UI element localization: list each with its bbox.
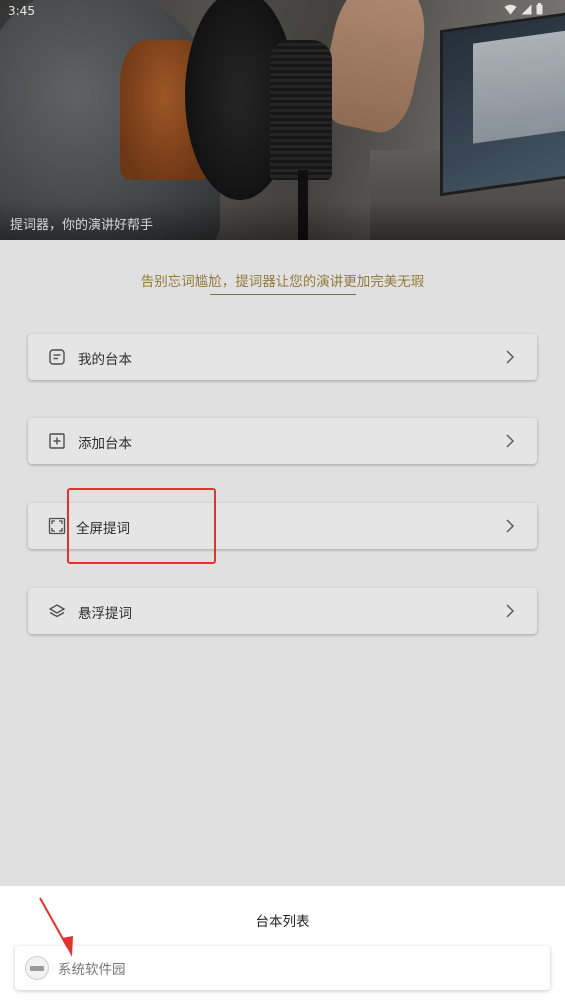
layers-icon	[48, 604, 66, 618]
tagline: 告别忘词尴尬，提词器让您的演讲更加完美无瑕	[140, 274, 425, 290]
annotation-highlight-box	[67, 488, 216, 564]
avatar	[25, 956, 49, 980]
menu-item-label: 我的台本	[78, 352, 132, 368]
hero-laptop	[440, 9, 565, 197]
fullscreen-icon	[48, 517, 66, 535]
menu-item-floating-prompt[interactable]: 悬浮提词	[28, 588, 537, 634]
signal-icon	[521, 4, 532, 14]
chevron-right-icon	[506, 434, 515, 448]
status-bar: 3:45	[0, 0, 565, 22]
battery-icon	[536, 3, 543, 15]
hero-banner: 提词器，你的演讲好帮手	[0, 0, 565, 240]
chevron-right-icon	[506, 350, 515, 364]
menu-item-my-scripts[interactable]: 我的台本	[28, 334, 537, 380]
script-list-item[interactable]: 系统软件园	[15, 946, 550, 990]
hero-microphone	[270, 40, 332, 180]
bottom-sheet-title: 台本列表	[255, 914, 310, 930]
script-note-icon	[49, 349, 65, 365]
tagline-underline	[210, 294, 356, 295]
script-list-item-name: 系统软件园	[58, 962, 126, 978]
chevron-right-icon	[506, 519, 515, 533]
wifi-icon	[504, 4, 517, 14]
menu-item-label: 悬浮提词	[78, 606, 132, 622]
chevron-right-icon	[506, 604, 515, 618]
hero-caption: 提词器，你的演讲好帮手	[10, 218, 154, 233]
status-time: 3:45	[8, 4, 35, 18]
menu-item-label: 添加台本	[78, 436, 132, 452]
menu-item-add-script[interactable]: 添加台本	[28, 418, 537, 464]
bottom-sheet: 台本列表 系统软件园	[0, 886, 565, 1004]
add-square-icon	[49, 433, 65, 449]
